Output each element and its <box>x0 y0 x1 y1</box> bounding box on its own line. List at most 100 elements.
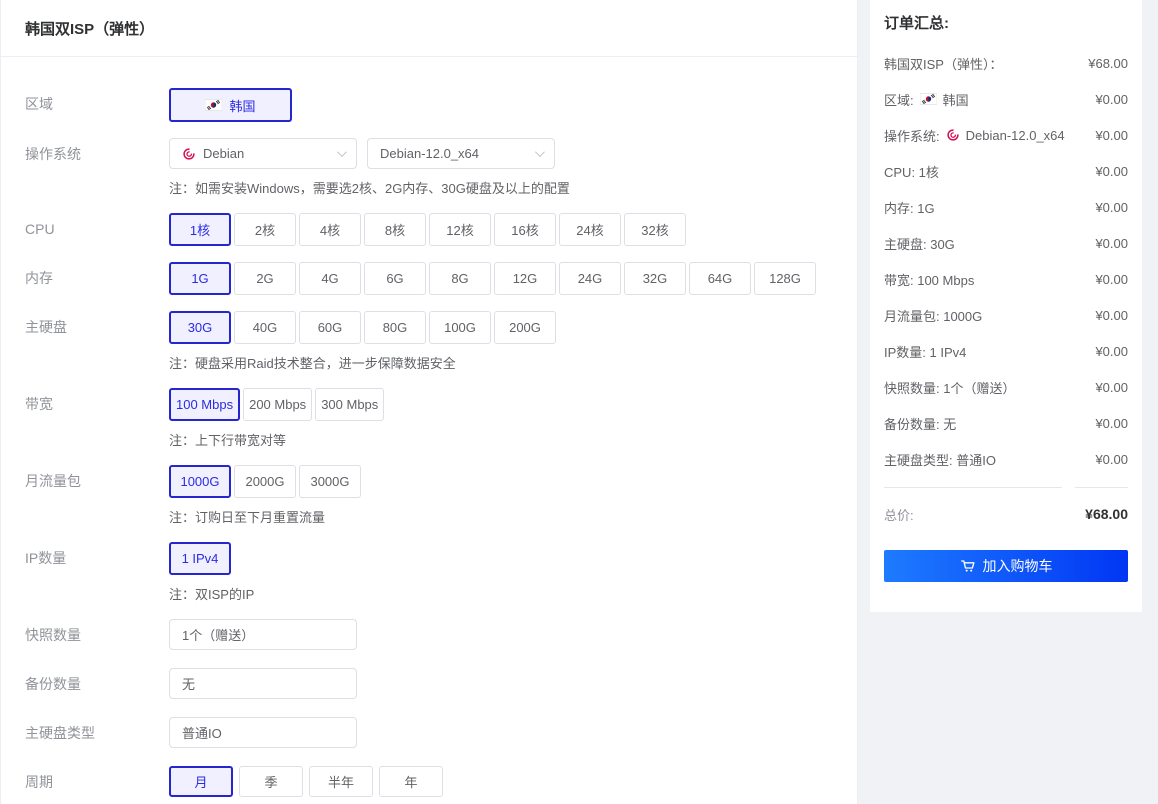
panel-gap <box>858 0 870 804</box>
cpu-option[interactable]: 12核 <box>429 213 491 246</box>
memory-option[interactable]: 2G <box>234 262 296 295</box>
form-row-cpu: CPU 1核 2核 4核 8核 12核 16核 24核 32核 <box>25 213 857 246</box>
cpu-option[interactable]: 8核 <box>364 213 426 246</box>
page-title: 韩国双ISP（弹性） <box>25 18 154 39</box>
memory-option[interactable]: 128G <box>754 262 816 295</box>
region-option-label: 韩国 <box>229 96 255 115</box>
period-option[interactable]: 半年 <box>309 766 373 797</box>
disk-option[interactable]: 40G <box>234 311 296 344</box>
add-to-cart-button[interactable]: 加入购物车 <box>884 550 1128 582</box>
period-label: 周期 <box>25 766 169 799</box>
form-row-traffic: 月流量包 1000G 2000G 3000G 注：订购日至下月重置流量 <box>25 465 857 526</box>
summary-item-region: 区域: <box>884 81 1128 117</box>
debian-icon <box>182 147 196 161</box>
ip-note: 注：双ISP的IP <box>169 584 857 603</box>
os-family-value: Debian <box>203 146 244 161</box>
os-family-select[interactable]: Debian <box>169 138 357 169</box>
period-option[interactable]: 季 <box>239 766 303 797</box>
memory-option[interactable]: 8G <box>429 262 491 295</box>
traffic-option[interactable]: 2000G <box>234 465 296 498</box>
disk-note: 注：硬盘采用Raid技术整合，进一步保障数据安全 <box>169 353 857 372</box>
disk-option[interactable]: 100G <box>429 311 491 344</box>
form-row-memory: 内存 1G 2G 4G 6G 8G 12G 24G 32G 64G 128G <box>25 262 857 295</box>
summary-item-label: 区域: <box>884 90 914 109</box>
summary-item-memory: 内存: 1G ¥0.00 <box>884 189 1128 225</box>
cpu-option[interactable]: 24核 <box>559 213 621 246</box>
ip-label: IP数量 <box>25 542 169 603</box>
cpu-option[interactable]: 1核 <box>169 213 231 246</box>
memory-option[interactable]: 12G <box>494 262 556 295</box>
traffic-note: 注：订购日至下月重置流量 <box>169 507 857 526</box>
summary-item-os: 操作系统: Debian-12.0_x64 ¥0.00 <box>884 117 1128 153</box>
os-note: 注：如需安装Windows，需要选2核、2G内存、30G硬盘及以上的配置 <box>169 178 857 197</box>
disk-type-label: 主硬盘类型 <box>25 717 169 750</box>
product-config-panel: 韩国双ISP（弹性） 区域 <box>0 0 858 804</box>
summary-item-label: 韩国双ISP（弹性）： <box>884 54 1002 73</box>
summary-item-price: ¥0.00 <box>1095 128 1128 143</box>
traffic-option[interactable]: 1000G <box>169 465 231 498</box>
disk-option[interactable]: 200G <box>494 311 556 344</box>
form-row-snapshot: 快照数量 1个（赠送） <box>25 619 857 652</box>
summary-item-cpu: CPU: 1核 ¥0.00 <box>884 153 1128 189</box>
summary-item-price: ¥68.00 <box>1088 56 1128 71</box>
disk-option[interactable]: 60G <box>299 311 361 344</box>
order-summary-title: 订单汇总: <box>884 13 1128 35</box>
summary-item-label: IP数量: 1 IPv4 <box>884 342 966 361</box>
cpu-option[interactable]: 32核 <box>624 213 686 246</box>
traffic-label: 月流量包 <box>25 465 169 526</box>
cpu-option[interactable]: 2核 <box>234 213 296 246</box>
period-option[interactable]: 月 <box>169 766 233 797</box>
memory-option[interactable]: 32G <box>624 262 686 295</box>
chevron-down-icon <box>535 147 545 157</box>
disk-option[interactable]: 80G <box>364 311 426 344</box>
bandwidth-option[interactable]: 200 Mbps <box>243 388 312 421</box>
backup-count-select[interactable]: 无 <box>169 668 357 699</box>
memory-option[interactable]: 1G <box>169 262 231 295</box>
summary-item-snapshot: 快照数量: 1个（赠送） ¥0.00 <box>884 369 1128 405</box>
summary-item-price: ¥0.00 <box>1095 236 1128 251</box>
disk-type-value: 普通IO <box>182 723 222 742</box>
snapshot-count-select[interactable]: 1个（赠送） <box>169 619 357 650</box>
page: 韩国双ISP（弹性） 区域 <box>0 0 1158 804</box>
memory-option[interactable]: 24G <box>559 262 621 295</box>
form-row-os: 操作系统 Debian <box>25 138 857 197</box>
form-row-ip: IP数量 1 IPv4 注：双ISP的IP <box>25 542 857 603</box>
product-title-header: 韩国双ISP（弹性） <box>1 0 857 57</box>
os-label: 操作系统 <box>25 138 169 197</box>
config-form: 区域 <box>1 57 857 804</box>
summary-item-label: 月流量包: 1000G <box>884 306 982 325</box>
form-row-backup: 备份数量 无 <box>25 668 857 701</box>
memory-option[interactable]: 4G <box>299 262 361 295</box>
summary-item-price: ¥0.00 <box>1095 452 1128 467</box>
ip-option[interactable]: 1 IPv4 <box>169 542 231 575</box>
summary-item-product: 韩国双ISP（弹性）： ¥68.00 <box>884 45 1128 81</box>
add-to-cart-label: 加入购物车 <box>983 556 1053 576</box>
snapshot-count-value: 1个（赠送） <box>182 625 254 644</box>
os-version-select[interactable]: Debian-12.0_x64 <box>367 138 555 169</box>
region-option-korea[interactable]: 韩国 <box>169 88 292 122</box>
summary-item-disk-type: 主硬盘类型: 普通IO ¥0.00 <box>884 441 1128 477</box>
summary-item-price: ¥0.00 <box>1095 272 1128 287</box>
summary-item-label: 主硬盘类型: 普通IO <box>884 450 996 469</box>
summary-item-bandwidth: 带宽: 100 Mbps ¥0.00 <box>884 261 1128 297</box>
summary-item-label: CPU: 1核 <box>884 162 939 181</box>
cpu-option[interactable]: 4核 <box>299 213 361 246</box>
disk-option[interactable]: 30G <box>169 311 231 344</box>
form-row-bandwidth: 带宽 100 Mbps 200 Mbps 300 Mbps 注：上下行带宽对等 <box>25 388 857 449</box>
traffic-option[interactable]: 3000G <box>299 465 361 498</box>
korea-flag-icon <box>205 99 222 111</box>
chevron-down-icon <box>337 147 347 157</box>
memory-option[interactable]: 6G <box>364 262 426 295</box>
form-row-region: 区域 <box>25 88 857 122</box>
bandwidth-option[interactable]: 300 Mbps <box>315 388 384 421</box>
summary-item-value: 韩国 <box>943 90 969 109</box>
summary-item-price: ¥0.00 <box>1095 416 1128 431</box>
disk-type-select[interactable]: 普通IO <box>169 717 357 748</box>
period-option[interactable]: 年 <box>379 766 443 797</box>
memory-label: 内存 <box>25 262 169 295</box>
shopping-cart-icon <box>960 558 976 574</box>
summary-item-price: ¥0.00 <box>1095 200 1128 215</box>
bandwidth-option[interactable]: 100 Mbps <box>169 388 240 421</box>
memory-option[interactable]: 64G <box>689 262 751 295</box>
cpu-option[interactable]: 16核 <box>494 213 556 246</box>
